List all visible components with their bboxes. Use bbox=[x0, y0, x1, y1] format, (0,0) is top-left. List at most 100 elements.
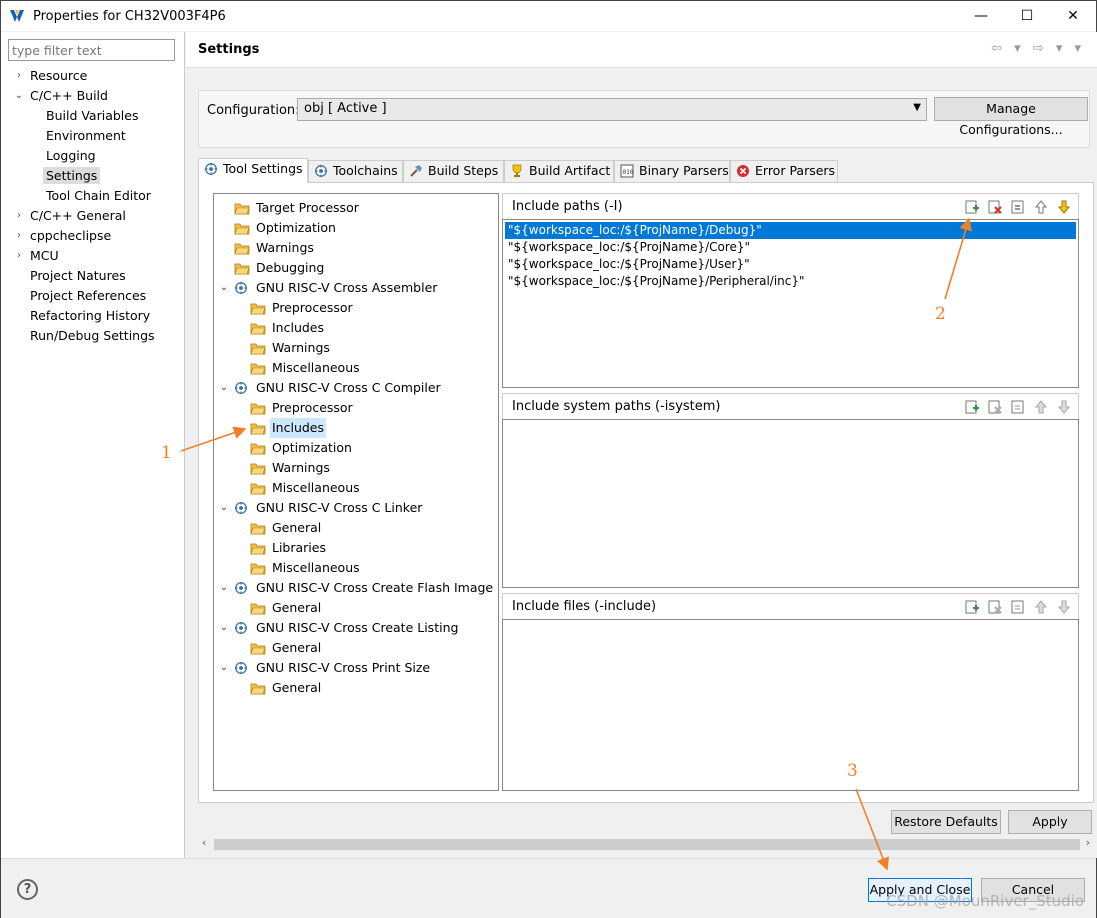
tab-tool-settings[interactable]: Tool Settings bbox=[198, 158, 308, 183]
window-title: Properties for CH32V003F4P6 bbox=[33, 8, 226, 24]
nav-item-c-c-general[interactable]: › C/C++ General bbox=[17, 206, 126, 226]
list-item[interactable]: "${workspace_loc:/${ProjName}/Peripheral… bbox=[505, 273, 808, 290]
folder-icon bbox=[234, 221, 250, 235]
nav-item-label: Tool Chain Editor bbox=[46, 188, 151, 203]
section-include-files: Include files (-include) bbox=[502, 593, 1079, 791]
list-item[interactable]: "${workspace_loc:/${ProjName}/Debug}" bbox=[505, 222, 1076, 239]
nav-item-logging[interactable]: Logging bbox=[46, 146, 96, 166]
add-icon[interactable] bbox=[964, 599, 980, 615]
move-up-icon[interactable] bbox=[1033, 399, 1049, 415]
edit-icon[interactable] bbox=[1010, 399, 1026, 415]
tab-label: Toolchains bbox=[333, 163, 398, 178]
tab-build-artifact[interactable]: Build Artifact bbox=[504, 160, 614, 182]
close-button[interactable]: ✕ bbox=[1050, 1, 1096, 31]
page-title: Settings bbox=[198, 42, 260, 57]
move-up-icon[interactable] bbox=[1033, 599, 1049, 615]
scroll-right-icon[interactable]: › bbox=[1086, 836, 1090, 849]
list-item[interactable]: "${workspace_loc:/${ProjName}/Core}" bbox=[505, 239, 753, 256]
chevron-right-icon[interactable]: › bbox=[14, 246, 24, 266]
tree-item-label: General bbox=[272, 520, 322, 535]
scrollbar-thumb[interactable] bbox=[214, 839, 1080, 850]
tree-item-label: Optimization bbox=[272, 440, 352, 455]
nav-item-run-debug-settings[interactable]: Run/Debug Settings bbox=[30, 326, 155, 346]
nav-item-tool-chain-editor[interactable]: Tool Chain Editor bbox=[46, 186, 151, 206]
folder-icon bbox=[250, 641, 266, 655]
nav-item-refactoring-history[interactable]: Refactoring History bbox=[30, 306, 150, 326]
folder-icon bbox=[250, 441, 266, 455]
tree-item-label: Warnings bbox=[272, 340, 330, 355]
section-toolbar bbox=[964, 599, 1072, 615]
help-icon[interactable]: ? bbox=[17, 879, 38, 900]
nav-item-project-natures[interactable]: Project Natures bbox=[30, 266, 126, 286]
app-logo-icon bbox=[10, 10, 24, 22]
nav-item-cppcheclipse[interactable]: › cppcheclipse bbox=[17, 226, 111, 246]
chevron-down-icon[interactable]: ⌄ bbox=[218, 378, 230, 398]
configuration-select[interactable]: obj [ Active ] ▼ bbox=[297, 98, 927, 121]
history-nav-buttons[interactable]: ⇦ ▾ ⇨ ▾ ▾ bbox=[991, 41, 1085, 56]
nav-item-project-references[interactable]: Project References bbox=[30, 286, 146, 306]
left-navigation-panel: › Resource ⌄ C/C++ Build Build Variables Envi… bbox=[1, 32, 185, 858]
chevron-down-icon[interactable]: ⌄ bbox=[218, 658, 230, 678]
gear-icon bbox=[204, 162, 218, 176]
chevron-right-icon[interactable]: › bbox=[14, 66, 24, 86]
tab-toolchains[interactable]: Toolchains bbox=[308, 160, 403, 182]
tab-binary-parsers[interactable]: 010 Binary Parsers bbox=[614, 160, 730, 182]
move-down-icon[interactable] bbox=[1056, 199, 1072, 215]
tree-item-label: General bbox=[272, 680, 322, 695]
nav-item-build-variables[interactable]: Build Variables bbox=[46, 106, 138, 126]
apply-button[interactable]: Apply bbox=[1008, 810, 1092, 834]
chevron-right-icon[interactable]: › bbox=[14, 206, 24, 226]
annotation-label-1: 1 bbox=[161, 443, 172, 463]
chevron-down-icon[interactable]: ⌄ bbox=[14, 86, 24, 106]
title-bar: Properties for CH32V003F4P6 — ☐ ✕ bbox=[1, 1, 1096, 31]
list-item[interactable]: "${workspace_loc:/${ProjName}/User}" bbox=[505, 256, 753, 273]
tool-settings-tree: Target Processor Optimization Warnings Debu… bbox=[213, 193, 499, 791]
folder-icon bbox=[234, 201, 250, 215]
nav-item-settings[interactable]: Settings bbox=[43, 166, 101, 186]
minimize-icon: — bbox=[974, 8, 988, 24]
section-list[interactable]: "${workspace_loc:/${ProjName}/Debug}" "${… bbox=[502, 219, 1079, 388]
maximize-button[interactable]: ☐ bbox=[1004, 1, 1050, 31]
nav-item-c-c-build[interactable]: ⌄ C/C++ Build bbox=[15, 86, 108, 106]
dialog-button-bar: ? Apply and Close Cancel CSDN @MounRiver… bbox=[1, 858, 1096, 918]
add-icon[interactable] bbox=[964, 199, 980, 215]
edit-icon[interactable] bbox=[1010, 599, 1026, 615]
folder-icon bbox=[250, 421, 266, 435]
tool-gear-icon bbox=[234, 381, 250, 395]
restore-defaults-button[interactable]: Restore Defaults bbox=[891, 810, 1001, 834]
nav-item-label: Resource bbox=[30, 68, 88, 83]
chevron-down-icon[interactable]: ⌄ bbox=[218, 578, 230, 598]
chevron-down-icon[interactable]: ⌄ bbox=[218, 278, 230, 298]
tab-build-steps[interactable]: Build Steps bbox=[403, 160, 504, 182]
manage-configurations-button[interactable]: Manage Configurations... bbox=[934, 97, 1088, 137]
move-down-icon[interactable] bbox=[1056, 399, 1072, 415]
delete-icon[interactable] bbox=[987, 199, 1003, 215]
nav-item-label: Build Variables bbox=[46, 108, 139, 123]
configuration-value: obj [ Active ] bbox=[304, 101, 387, 116]
section-list[interactable] bbox=[502, 619, 1079, 791]
delete-icon[interactable] bbox=[987, 599, 1003, 615]
move-up-icon[interactable] bbox=[1033, 199, 1049, 215]
section-title: Include system paths (-isystem) bbox=[512, 399, 721, 414]
chevron-down-icon[interactable]: ⌄ bbox=[218, 498, 230, 518]
add-icon[interactable] bbox=[964, 399, 980, 415]
section-list[interactable] bbox=[502, 419, 1079, 588]
folder-icon bbox=[250, 361, 266, 375]
folder-icon bbox=[250, 341, 266, 355]
delete-icon[interactable] bbox=[987, 399, 1003, 415]
folder-icon bbox=[234, 241, 250, 255]
filter-input[interactable] bbox=[8, 39, 175, 61]
nav-item-resource[interactable]: › Resource bbox=[17, 66, 88, 86]
annotation-label-2: 2 bbox=[935, 304, 946, 324]
chevron-right-icon[interactable]: › bbox=[14, 226, 24, 246]
horizontal-scrollbar[interactable]: ‹ › bbox=[200, 836, 1092, 853]
nav-item-environment[interactable]: Environment bbox=[46, 126, 126, 146]
scroll-left-icon[interactable]: ‹ bbox=[202, 836, 206, 849]
minimize-button[interactable]: — bbox=[958, 1, 1004, 31]
move-down-icon[interactable] bbox=[1056, 599, 1072, 615]
chevron-down-icon[interactable]: ⌄ bbox=[218, 618, 230, 638]
tab-error-parsers[interactable]: Error Parsers bbox=[730, 160, 838, 182]
nav-item-label: Project References bbox=[30, 288, 147, 303]
edit-icon[interactable] bbox=[1010, 199, 1026, 215]
nav-item-mcu[interactable]: › MCU bbox=[17, 246, 59, 266]
